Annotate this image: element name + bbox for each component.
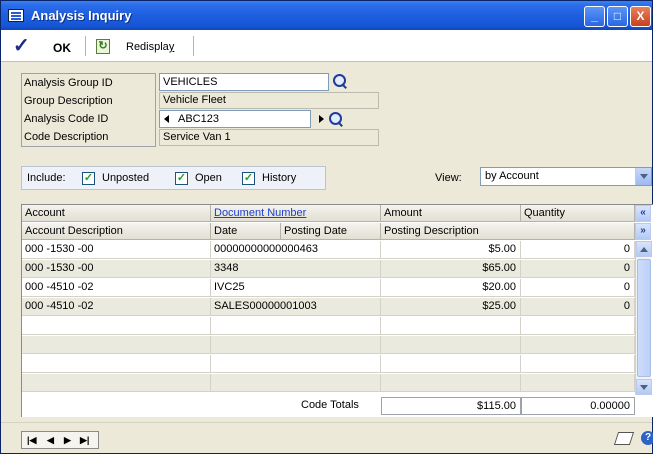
cell-account: 000 -1530 -00 — [22, 260, 211, 278]
maximize-button[interactable]: □ — [607, 6, 628, 27]
history-label: History — [262, 172, 297, 184]
chevron-down-icon[interactable] — [635, 168, 651, 185]
toolbar-separator — [193, 36, 194, 56]
group-description-label: Group Description — [24, 95, 113, 107]
next-record-icon[interactable]: ▶ — [64, 435, 71, 445]
group-description-field: Vehicle Fleet — [159, 92, 379, 109]
empty-row[interactable] — [22, 374, 635, 392]
code-description-field: Service Van 1 — [159, 129, 379, 146]
cell-quantity: 0 — [521, 260, 635, 278]
table-row[interactable]: 000 -1530 -00 3348 $65.00 0 — [22, 260, 635, 278]
next-code-arrow-icon[interactable] — [319, 115, 324, 123]
total-amount-field: $115.00 — [381, 397, 521, 415]
redisplay-icon[interactable]: ↻ — [96, 39, 110, 54]
ok-check-icon[interactable]: ✓ — [13, 36, 30, 56]
cell-amount: $20.00 — [381, 279, 521, 297]
cell-quantity: 0 — [521, 241, 635, 259]
table-row[interactable]: 000 -4510 -02 IVC25 $20.00 0 — [22, 279, 635, 297]
col-quantity-header[interactable]: Quantity — [521, 205, 635, 222]
inquiry-grid: Account Document Number Amount Quantity … — [21, 204, 653, 417]
scroll-down-icon[interactable] — [636, 379, 652, 395]
window-icon — [8, 9, 24, 22]
toolbar: ✓ OK ↻ Redisplay — [1, 30, 652, 62]
col-account-header[interactable]: Account — [22, 205, 211, 222]
empty-row[interactable] — [22, 336, 635, 354]
cell-document-number: SALES00000001003 — [211, 298, 381, 316]
unposted-checkbox[interactable]: ✓ — [82, 172, 95, 185]
previous-record-icon[interactable]: ◀ — [47, 435, 54, 445]
code-totals-label: Code Totals — [301, 399, 359, 411]
analysis-code-id-label: Analysis Code ID — [24, 113, 109, 125]
cell-quantity: 0 — [521, 298, 635, 316]
toolbar-separator — [85, 36, 86, 56]
view-select[interactable]: by Account — [480, 167, 652, 186]
cell-quantity: 0 — [521, 279, 635, 297]
status-bar: |◀ ◀ ▶ ▶| ? — [1, 422, 653, 453]
cell-document-number: 00000000000000463 — [211, 241, 381, 259]
expand-rows-icon[interactable]: » — [635, 223, 651, 240]
help-icon[interactable]: ? — [641, 431, 653, 445]
cell-amount: $25.00 — [381, 298, 521, 316]
ok-button[interactable]: OK — [53, 41, 71, 55]
include-options-panel: Include: ✓ Unposted ✓ Open ✓ History — [21, 166, 326, 190]
col-posting-date-header[interactable]: Posting Date — [281, 223, 381, 240]
close-button[interactable]: X — [630, 6, 651, 27]
grid-vertical-scrollbar[interactable] — [635, 241, 652, 395]
cell-account: 000 -4510 -02 — [22, 279, 211, 297]
minimize-button[interactable]: _ — [584, 6, 605, 27]
analysis-code-id-input[interactable]: ABC123 — [159, 110, 311, 128]
open-checkbox[interactable]: ✓ — [175, 172, 188, 185]
include-label: Include: — [27, 172, 66, 184]
analysis-inquiry-window: Analysis Inquiry _ □ X ✓ OK ↻ Redisplay … — [0, 0, 653, 454]
col-account-description-header[interactable]: Account Description — [22, 223, 211, 240]
history-checkbox[interactable]: ✓ — [242, 172, 255, 185]
cell-account: 000 -4510 -02 — [22, 298, 211, 316]
cell-document-number: IVC25 — [211, 279, 381, 297]
title-bar: Analysis Inquiry _ □ X — [1, 1, 652, 30]
code-lookup-icon[interactable] — [328, 111, 344, 127]
open-label: Open — [195, 172, 222, 184]
window-title: Analysis Inquiry — [31, 8, 132, 23]
record-navigation: |◀ ◀ ▶ ▶| — [21, 431, 99, 449]
previous-code-arrow-icon[interactable] — [164, 115, 169, 123]
view-label: View: — [435, 172, 462, 184]
group-lookup-icon[interactable] — [332, 73, 348, 89]
table-row[interactable]: 000 -4510 -02 SALES00000001003 $25.00 0 — [22, 298, 635, 316]
col-date-header[interactable]: Date — [211, 223, 281, 240]
redisplay-button[interactable]: Redisplay — [126, 41, 174, 53]
note-icon[interactable] — [613, 432, 635, 445]
cell-document-number: 3348 — [211, 260, 381, 278]
code-description-label: Code Description — [24, 131, 109, 143]
analysis-group-id-label: Analysis Group ID — [24, 77, 113, 89]
table-row[interactable]: 000 -1530 -00 00000000000000463 $5.00 0 — [22, 241, 635, 259]
empty-row[interactable] — [22, 355, 635, 373]
cell-account: 000 -1530 -00 — [22, 241, 211, 259]
unposted-label: Unposted — [102, 172, 150, 184]
col-posting-description-header[interactable]: Posting Description — [381, 223, 635, 240]
analysis-group-id-input[interactable]: VEHICLES — [159, 73, 329, 91]
scroll-up-icon[interactable] — [636, 241, 652, 257]
empty-row[interactable] — [22, 317, 635, 335]
last-record-icon[interactable]: ▶| — [80, 435, 89, 445]
col-document-number-header[interactable]: Document Number — [211, 205, 381, 222]
collapse-rows-icon[interactable]: « — [635, 205, 651, 222]
first-record-icon[interactable]: |◀ — [27, 435, 36, 445]
scroll-thumb[interactable] — [637, 259, 651, 377]
col-amount-header[interactable]: Amount — [381, 205, 521, 222]
cell-amount: $65.00 — [381, 260, 521, 278]
total-quantity-field: 0.00000 — [521, 397, 635, 415]
cell-amount: $5.00 — [381, 241, 521, 259]
